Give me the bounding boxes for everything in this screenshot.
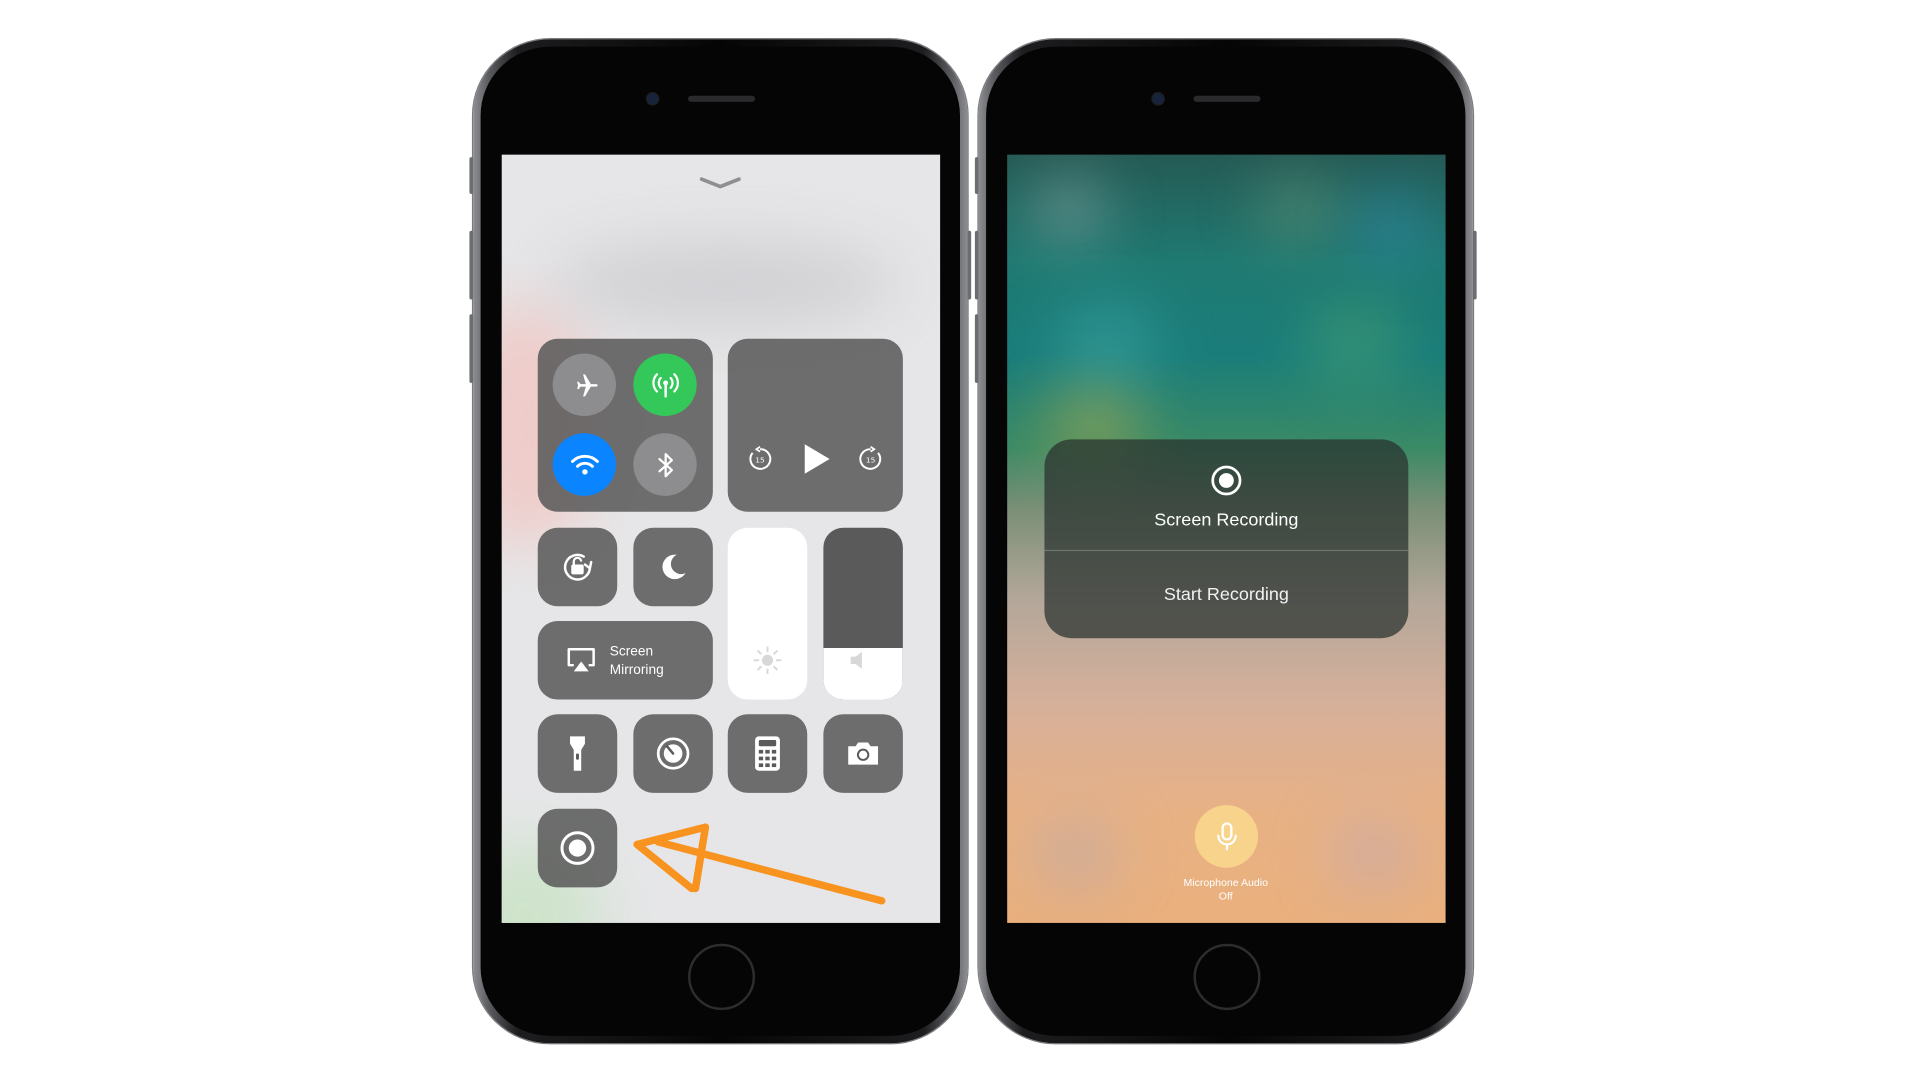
screen-recording-panel: Screen Recording Start Recording bbox=[1044, 439, 1409, 639]
microphone-audio-status: Off bbox=[1218, 889, 1233, 903]
screen-recording-menu-screen: Screen Recording Start Recording Microph… bbox=[1007, 154, 1446, 923]
microphone-audio-label: Microphone Audio Off bbox=[1126, 876, 1325, 903]
volume-up-button bbox=[974, 230, 979, 300]
microphone-audio-button[interactable] bbox=[1194, 805, 1259, 868]
microphone-icon bbox=[1216, 821, 1237, 850]
power-button bbox=[967, 230, 972, 300]
screen-recording-header: Screen Recording bbox=[1044, 439, 1408, 548]
annotation-arrow bbox=[633, 823, 886, 905]
volume-down-button bbox=[469, 314, 474, 383]
front-camera bbox=[1152, 93, 1164, 105]
volume-down-button bbox=[974, 314, 979, 383]
front-camera bbox=[647, 93, 659, 105]
earpiece-speaker bbox=[1193, 95, 1261, 102]
microphone-audio-title: Microphone Audio bbox=[1183, 876, 1268, 889]
screen-recording-title: Screen Recording bbox=[1154, 510, 1299, 531]
power-button bbox=[1472, 230, 1477, 300]
mute-switch bbox=[974, 157, 979, 194]
right-phone: Screen Recording Start Recording Microph… bbox=[974, 39, 1477, 1044]
mute-switch bbox=[469, 157, 474, 194]
home-button[interactable] bbox=[1193, 943, 1261, 1011]
home-button[interactable] bbox=[688, 943, 756, 1011]
left-phone: 15 15 Screen Mirroring bbox=[469, 39, 972, 1044]
record-icon bbox=[1211, 465, 1242, 496]
control-center-screen: 15 15 Screen Mirroring bbox=[501, 154, 941, 923]
start-recording-button[interactable]: Start Recording bbox=[1044, 551, 1408, 638]
volume-up-button bbox=[469, 230, 474, 300]
earpiece-speaker bbox=[688, 95, 756, 102]
